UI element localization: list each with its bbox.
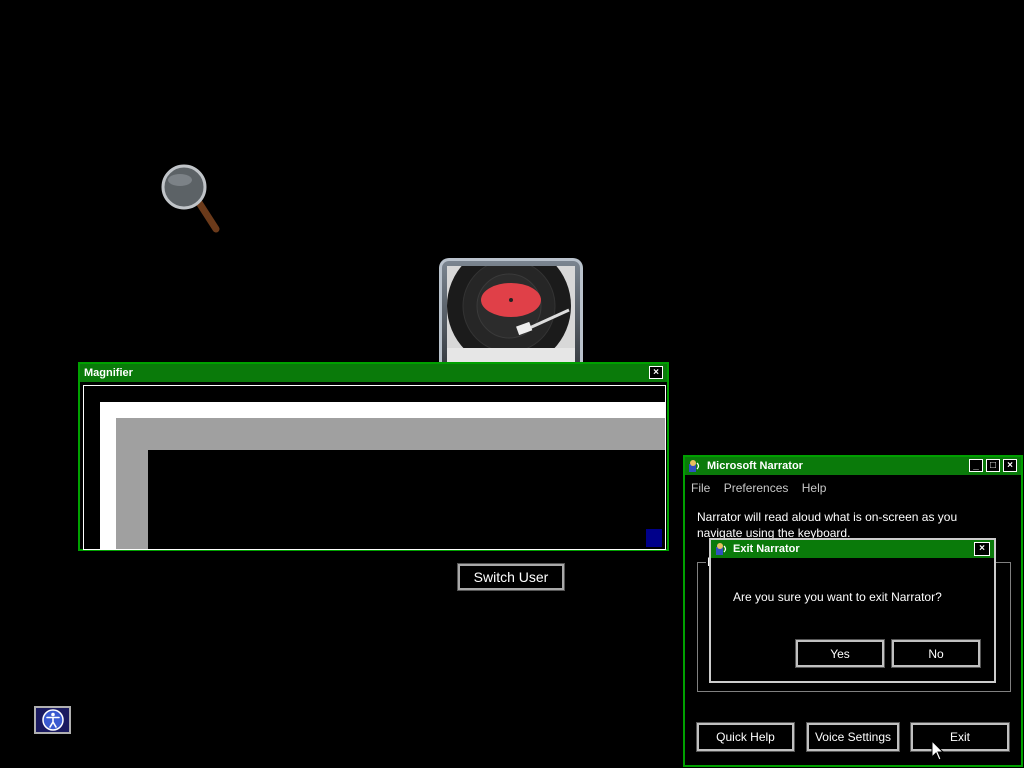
no-label: No [928, 646, 944, 661]
magnified-black-area [148, 450, 665, 549]
yes-button[interactable]: Yes [795, 639, 885, 668]
switch-user-button[interactable]: Switch User [457, 563, 565, 591]
menu-preferences[interactable]: Preferences [724, 481, 789, 495]
user-account-picture[interactable] [439, 258, 583, 362]
close-icon: × [653, 367, 659, 378]
narrator-app-icon [716, 543, 727, 555]
narrator-menu-bar: File Preferences Help [685, 476, 1021, 501]
close-icon: × [1007, 460, 1013, 471]
magnifier-close-button[interactable]: × [649, 366, 663, 379]
magnifier-titlebar[interactable]: Magnifier × [80, 364, 667, 383]
switch-user-label: Switch User [473, 569, 549, 585]
magnifier-title: Magnifier [84, 367, 133, 379]
mouse-cursor-icon [931, 739, 945, 767]
magnifier-view [83, 385, 666, 550]
exit-narrator-dialog[interactable]: Exit Narrator × Are you sure you want to… [709, 538, 996, 683]
exit-label: Exit [949, 730, 970, 744]
magnifier-window[interactable]: Magnifier × [78, 362, 669, 551]
narrator-description: Narrator will read aloud what is on-scre… [697, 510, 958, 540]
narrator-app-icon [689, 460, 700, 472]
exit-dialog-titlebar[interactable]: Exit Narrator × [711, 540, 994, 559]
exit-dialog-close-button[interactable]: × [974, 542, 990, 556]
yes-label: Yes [830, 646, 850, 661]
ease-of-access-button[interactable] [34, 706, 71, 734]
menu-file[interactable]: File [691, 481, 710, 495]
magnifier-glass-icon [160, 163, 224, 235]
exit-dialog-message: Are you sure you want to exit Narrator? [733, 590, 942, 604]
magnified-blue-block [646, 529, 662, 547]
narrator-maximize-button[interactable]: □ [986, 459, 1000, 472]
quick-help-label: Quick Help [716, 730, 775, 744]
voice-settings-button[interactable]: Voice Settings [806, 722, 900, 752]
narrator-minimize-button[interactable]: _ [969, 459, 983, 472]
exit-button[interactable]: Exit [910, 722, 1010, 752]
voice-settings-label: Voice Settings [814, 730, 892, 744]
narrator-title: Microsoft Narrator [707, 460, 803, 472]
narrator-close-button[interactable]: × [1003, 459, 1017, 472]
turntable-record-icon [447, 266, 575, 362]
close-icon: × [979, 543, 985, 554]
maximize-icon: □ [989, 460, 997, 471]
quick-help-button[interactable]: Quick Help [696, 722, 795, 752]
menu-help[interactable]: Help [802, 481, 827, 495]
no-button[interactable]: No [891, 639, 981, 668]
ease-of-access-icon [41, 709, 64, 731]
minimize-icon: _ [973, 460, 979, 471]
narrator-titlebar[interactable]: Microsoft Narrator _ □ × [685, 457, 1021, 476]
exit-dialog-title: Exit Narrator [733, 543, 800, 555]
